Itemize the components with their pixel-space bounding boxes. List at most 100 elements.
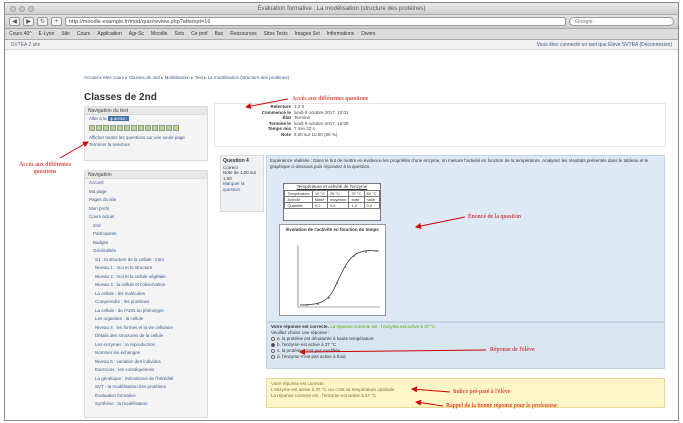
url-bar[interactable]: http://moodle.example.fr/mod/quiz/review…	[65, 17, 566, 26]
question-cell[interactable]	[124, 125, 130, 131]
radio-button[interactable]	[271, 342, 275, 347]
navigation-item[interactable]: Accueil	[85, 179, 207, 188]
navigation-item[interactable]: Pages du site	[85, 196, 207, 205]
login-info[interactable]: Vous êtes connecté en tant que Élève SVT…	[537, 42, 672, 48]
bookmark-item[interactable]: Cours	[77, 31, 90, 37]
navigation-item[interactable]: Les organites : la cellule	[85, 315, 207, 324]
breadcrumb: Accueil ▸ Mes cours ▸ Classes de 2nd ▸ M…	[84, 75, 290, 80]
answer-prompt: Votre réponse est correcte. La réponse c…	[267, 323, 664, 330]
breadcrumb-item[interactable]: Accueil	[84, 75, 99, 80]
bookmark-item[interactable]: Agr-Sc	[129, 31, 144, 37]
question-cell[interactable]	[110, 125, 116, 131]
question-cell[interactable]	[89, 125, 95, 131]
navigation-item[interactable]: Mon profil	[85, 205, 207, 214]
bookmark-item[interactable]: Images Svt	[295, 31, 320, 37]
navigation-item[interactable]: S1 : la structure de la cellule : intro	[85, 256, 207, 265]
navigation-item[interactable]: La cellule : de l'ADN au phénotype	[85, 307, 207, 316]
browser-toolbar: ◀ ▶ ↻ + http://moodle.example.fr/mod/qui…	[5, 15, 678, 29]
flag-question-link[interactable]: Marquer la question	[223, 181, 245, 192]
table-cell: 0,0	[363, 202, 380, 209]
navigation-item[interactable]: Niveau 2 : moi et la cellule végétale	[85, 273, 207, 282]
navigation-item[interactable]: Cours actuel	[85, 213, 207, 222]
finish-review-link[interactable]: Terminer la relecture	[85, 141, 207, 148]
site-header: SVTEA 2 site Vous êtes connecté en tant …	[5, 40, 678, 50]
navigation-item[interactable]: Nommer les échanges	[85, 349, 207, 358]
table-cell: 0,6	[326, 202, 350, 209]
navigation-item[interactable]: Les enzymes : la reproduction	[85, 341, 207, 350]
bookmark-item[interactable]: Informations	[327, 31, 355, 37]
radio-button[interactable]	[271, 354, 275, 359]
zoom-window-button[interactable]	[28, 6, 34, 12]
answer-box: Votre réponse est correcte. La réponse c…	[266, 322, 665, 369]
breadcrumb-item[interactable]: Classes de 2nd	[129, 75, 160, 80]
bookmark-item[interactable]: Moodle	[151, 31, 167, 37]
quiz-nav-header: Navigation du test	[85, 107, 207, 115]
navigation-item[interactable]: Généralités	[85, 247, 207, 256]
sigmoid-chart: Évolution de l'activité en fonction du t…	[279, 224, 386, 316]
answer-option-label: a. la protéine est dénaturée à haute tem…	[277, 336, 374, 341]
forward-button[interactable]: ▶	[23, 17, 34, 26]
bookmark-item[interactable]: Site	[61, 31, 70, 37]
reload-icon[interactable]: ↻	[37, 17, 48, 26]
breadcrumb-item[interactable]: La modélisation (structure des protéines…	[208, 75, 290, 80]
question-cell[interactable]	[138, 125, 144, 131]
navigation-block: Navigation Accueil Ma page Pages du site Mo…	[84, 170, 208, 418]
question-cell[interactable]	[117, 125, 123, 131]
question-cell[interactable]	[145, 125, 151, 131]
radio-button[interactable]	[271, 336, 275, 341]
navigation-item[interactable]: La cellule : les molécules	[85, 290, 207, 299]
window-title: Évaluation formative : La modélisation (…	[257, 6, 426, 12]
navigation-item[interactable]: Comprendre : les protéines	[85, 298, 207, 307]
minimize-window-button[interactable]	[19, 6, 25, 12]
navigation-item[interactable]: Ma page	[85, 188, 207, 197]
bookmark-item[interactable]: Ce prof	[191, 31, 207, 37]
question-cell[interactable]	[96, 125, 102, 131]
bookmark-item[interactable]: Divers	[361, 31, 375, 37]
bookmark-item[interactable]: Svts	[174, 31, 184, 37]
breadcrumb-item[interactable]: Mes cours	[103, 75, 124, 80]
bookmark-item[interactable]: Ressources	[230, 31, 256, 37]
question-cell[interactable]	[131, 125, 137, 131]
question-cell[interactable]	[166, 125, 172, 131]
navigation-item[interactable]: Niveau 3 : la cellule et l'observation	[85, 281, 207, 290]
breadcrumb-item[interactable]: Test	[195, 75, 203, 80]
navigation-item[interactable]: SVT - la modélisation des protéines	[85, 383, 207, 392]
show-all-link[interactable]: Afficher toutes les questions sur une se…	[85, 134, 207, 141]
navigation-item[interactable]: Synthèse : la modélisation	[85, 400, 207, 409]
summary-key: Note	[281, 131, 291, 137]
question-cell[interactable]	[173, 125, 179, 131]
navigation-item[interactable]: 2nd	[85, 222, 207, 231]
search-input[interactable]: Google	[569, 17, 674, 26]
add-icon[interactable]: +	[51, 17, 62, 26]
navigation-item[interactable]: La génétique : mécanisme de l'hérédité	[85, 375, 207, 384]
question-cell[interactable]	[159, 125, 165, 131]
bookmark-item[interactable]: E-Lyon	[39, 31, 55, 37]
navigation-item[interactable]: Badges	[85, 239, 207, 248]
bookmark-item[interactable]: Bac	[215, 31, 224, 37]
bookmarks-bar: Cours 40^ E-Lyon Site Cours Application Agr-S…	[5, 29, 678, 40]
navigation-item[interactable]: Niveau 1 : moi et la structure	[85, 264, 207, 273]
answer-option-label: c. la protéine n'est pas modifiée	[277, 348, 341, 353]
bookmark-item[interactable]: Application	[97, 31, 121, 37]
table-cell: Température	[284, 190, 313, 197]
navigation-item[interactable]: Participants	[85, 230, 207, 239]
navigation-item[interactable]: Exercices : les conséquences	[85, 366, 207, 375]
question-cell[interactable]	[152, 125, 158, 131]
navigation-item[interactable]: Détails des structures de la cellule	[85, 332, 207, 341]
navigation-item[interactable]: Niveau 5 : variation des individus	[85, 358, 207, 367]
navigation-item[interactable]: Niveau 4 : les formes et la vie cellulai…	[85, 324, 207, 333]
breadcrumb-item[interactable]: Modélisation	[165, 75, 190, 80]
close-window-button[interactable]	[10, 6, 16, 12]
site-name[interactable]: SVTEA 2 site	[11, 42, 40, 48]
answer-option[interactable]: d. l'enzyme n'est pas active à froid	[267, 354, 664, 360]
answer-option-label: b. l'enzyme est active à 37 °C	[277, 342, 337, 347]
annotation-statement: Énoncé de la question	[468, 214, 521, 220]
answer-prompt-label: Votre réponse est correcte.	[271, 324, 329, 329]
radio-button[interactable]	[271, 348, 275, 353]
navigation-item[interactable]: Évaluation formative	[85, 392, 207, 401]
bookmark-item[interactable]: Cours 40^	[9, 31, 32, 37]
question-cell[interactable]	[103, 125, 109, 131]
back-button[interactable]: ◀	[9, 17, 20, 26]
bookmark-item[interactable]: Sites Tests	[264, 31, 288, 37]
quiz-nav-selected[interactable]: question	[107, 116, 129, 121]
